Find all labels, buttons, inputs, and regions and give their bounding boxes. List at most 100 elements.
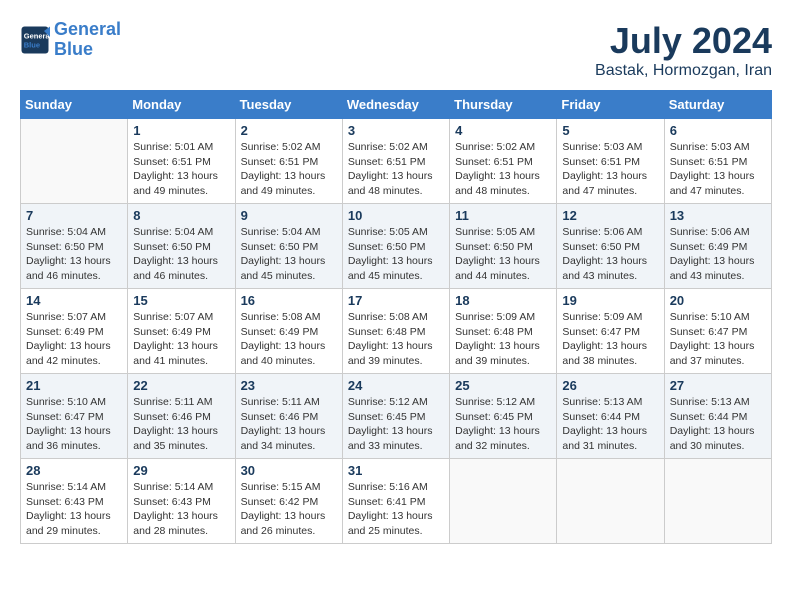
day-number: 17 <box>348 293 444 308</box>
day-detail: Sunrise: 5:03 AM Sunset: 6:51 PM Dayligh… <box>670 140 766 199</box>
title-block: July 2024 Bastak, Hormozgan, Iran <box>595 20 772 80</box>
calendar-table: SundayMondayTuesdayWednesdayThursdayFrid… <box>20 90 772 544</box>
day-cell <box>21 119 128 204</box>
day-cell: 28Sunrise: 5:14 AM Sunset: 6:43 PM Dayli… <box>21 459 128 544</box>
weekday-header-saturday: Saturday <box>664 91 771 119</box>
weekday-header-row: SundayMondayTuesdayWednesdayThursdayFrid… <box>21 91 772 119</box>
day-detail: Sunrise: 5:06 AM Sunset: 6:49 PM Dayligh… <box>670 225 766 284</box>
day-number: 5 <box>562 123 658 138</box>
day-detail: Sunrise: 5:12 AM Sunset: 6:45 PM Dayligh… <box>348 395 444 454</box>
day-number: 14 <box>26 293 122 308</box>
day-cell: 15 Sunrise: 5:07 AM Sunset: 6:49 PM Dayli… <box>128 289 235 374</box>
day-cell: 7Sunrise: 5:04 AM Sunset: 6:50 PM Daylig… <box>21 204 128 289</box>
day-cell: 25 Sunrise: 5:12 AM Sunset: 6:45 PM Dayli… <box>450 374 557 459</box>
day-detail: Sunrise: 5:16 AM Sunset: 6:41 PM Dayligh… <box>348 480 444 539</box>
day-cell: 17 Sunrise: 5:08 AM Sunset: 6:48 PM Dayli… <box>342 289 449 374</box>
svg-text:Blue: Blue <box>24 40 40 49</box>
day-detail: Sunrise: 5:05 AM Sunset: 6:50 PM Dayligh… <box>455 225 551 284</box>
day-number: 30 <box>241 463 337 478</box>
logo-line1: General <box>54 19 121 39</box>
day-number: 8 <box>133 208 229 223</box>
day-number: 15 <box>133 293 229 308</box>
day-detail: Sunrise: 5:15 AM Sunset: 6:42 PM Dayligh… <box>241 480 337 539</box>
day-cell: 11 Sunrise: 5:05 AM Sunset: 6:50 PM Dayli… <box>450 204 557 289</box>
page-header: General Blue General Blue July 2024 Bast… <box>20 20 772 80</box>
day-number: 18 <box>455 293 551 308</box>
day-detail: Sunrise: 5:02 AM Sunset: 6:51 PM Dayligh… <box>241 140 337 199</box>
day-cell: 18 Sunrise: 5:09 AM Sunset: 6:48 PM Dayli… <box>450 289 557 374</box>
day-detail: Sunrise: 5:04 AM Sunset: 6:50 PM Dayligh… <box>26 225 122 284</box>
day-cell: 13Sunrise: 5:06 AM Sunset: 6:49 PM Dayli… <box>664 204 771 289</box>
day-cell: 19 Sunrise: 5:09 AM Sunset: 6:47 PM Dayli… <box>557 289 664 374</box>
day-cell: 22 Sunrise: 5:11 AM Sunset: 6:46 PM Dayli… <box>128 374 235 459</box>
week-row-1: 1Sunrise: 5:01 AM Sunset: 6:51 PM Daylig… <box>21 119 772 204</box>
day-detail: Sunrise: 5:10 AM Sunset: 6:47 PM Dayligh… <box>670 310 766 369</box>
day-cell: 14 Sunrise: 5:07 AM Sunset: 6:49 PM Dayli… <box>21 289 128 374</box>
day-cell: 10Sunrise: 5:05 AM Sunset: 6:50 PM Dayli… <box>342 204 449 289</box>
day-detail: Sunrise: 5:13 AM Sunset: 6:44 PM Dayligh… <box>670 395 766 454</box>
day-cell: 9Sunrise: 5:04 AM Sunset: 6:50 PM Daylig… <box>235 204 342 289</box>
day-detail: Sunrise: 5:02 AM Sunset: 6:51 PM Dayligh… <box>455 140 551 199</box>
day-cell: 2 Sunrise: 5:02 AM Sunset: 6:51 PM Daylig… <box>235 119 342 204</box>
day-cell: 30 Sunrise: 5:15 AM Sunset: 6:42 PM Dayli… <box>235 459 342 544</box>
day-cell: 16Sunrise: 5:08 AM Sunset: 6:49 PM Dayli… <box>235 289 342 374</box>
day-detail: Sunrise: 5:06 AM Sunset: 6:50 PM Dayligh… <box>562 225 658 284</box>
weekday-header-monday: Monday <box>128 91 235 119</box>
day-number: 25 <box>455 378 551 393</box>
day-cell: 8 Sunrise: 5:04 AM Sunset: 6:50 PM Daylig… <box>128 204 235 289</box>
day-number: 26 <box>562 378 658 393</box>
day-detail: Sunrise: 5:14 AM Sunset: 6:43 PM Dayligh… <box>26 480 122 539</box>
day-cell: 4Sunrise: 5:02 AM Sunset: 6:51 PM Daylig… <box>450 119 557 204</box>
day-number: 12 <box>562 208 658 223</box>
day-detail: Sunrise: 5:08 AM Sunset: 6:49 PM Dayligh… <box>241 310 337 369</box>
logo-text: General Blue <box>54 20 121 60</box>
day-number: 21 <box>26 378 122 393</box>
week-row-4: 21 Sunrise: 5:10 AM Sunset: 6:47 PM Dayli… <box>21 374 772 459</box>
day-cell: 6 Sunrise: 5:03 AM Sunset: 6:51 PM Daylig… <box>664 119 771 204</box>
day-detail: Sunrise: 5:07 AM Sunset: 6:49 PM Dayligh… <box>26 310 122 369</box>
day-detail: Sunrise: 5:12 AM Sunset: 6:45 PM Dayligh… <box>455 395 551 454</box>
weekday-header-wednesday: Wednesday <box>342 91 449 119</box>
day-detail: Sunrise: 5:03 AM Sunset: 6:51 PM Dayligh… <box>562 140 658 199</box>
month-year: July 2024 <box>595 20 772 62</box>
day-detail: Sunrise: 5:09 AM Sunset: 6:48 PM Dayligh… <box>455 310 551 369</box>
day-cell: 29Sunrise: 5:14 AM Sunset: 6:43 PM Dayli… <box>128 459 235 544</box>
logo-icon: General Blue <box>20 25 50 55</box>
day-detail: Sunrise: 5:10 AM Sunset: 6:47 PM Dayligh… <box>26 395 122 454</box>
day-number: 27 <box>670 378 766 393</box>
day-detail: Sunrise: 5:11 AM Sunset: 6:46 PM Dayligh… <box>241 395 337 454</box>
day-detail: Sunrise: 5:07 AM Sunset: 6:49 PM Dayligh… <box>133 310 229 369</box>
day-number: 24 <box>348 378 444 393</box>
day-cell <box>557 459 664 544</box>
day-number: 6 <box>670 123 766 138</box>
day-number: 2 <box>241 123 337 138</box>
day-number: 10 <box>348 208 444 223</box>
day-detail: Sunrise: 5:13 AM Sunset: 6:44 PM Dayligh… <box>562 395 658 454</box>
weekday-header-sunday: Sunday <box>21 91 128 119</box>
day-detail: Sunrise: 5:02 AM Sunset: 6:51 PM Dayligh… <box>348 140 444 199</box>
day-detail: Sunrise: 5:08 AM Sunset: 6:48 PM Dayligh… <box>348 310 444 369</box>
day-detail: Sunrise: 5:04 AM Sunset: 6:50 PM Dayligh… <box>133 225 229 284</box>
day-cell: 3Sunrise: 5:02 AM Sunset: 6:51 PM Daylig… <box>342 119 449 204</box>
day-cell: 5 Sunrise: 5:03 AM Sunset: 6:51 PM Daylig… <box>557 119 664 204</box>
logo: General Blue General Blue <box>20 20 121 60</box>
day-cell: 20Sunrise: 5:10 AM Sunset: 6:47 PM Dayli… <box>664 289 771 374</box>
week-row-2: 7Sunrise: 5:04 AM Sunset: 6:50 PM Daylig… <box>21 204 772 289</box>
day-cell: 27 Sunrise: 5:13 AM Sunset: 6:44 PM Dayli… <box>664 374 771 459</box>
logo-line2: Blue <box>54 39 93 59</box>
day-number: 9 <box>241 208 337 223</box>
weekday-header-friday: Friday <box>557 91 664 119</box>
day-number: 22 <box>133 378 229 393</box>
day-detail: Sunrise: 5:09 AM Sunset: 6:47 PM Dayligh… <box>562 310 658 369</box>
day-cell: 21 Sunrise: 5:10 AM Sunset: 6:47 PM Dayli… <box>21 374 128 459</box>
day-cell: 1Sunrise: 5:01 AM Sunset: 6:51 PM Daylig… <box>128 119 235 204</box>
day-number: 29 <box>133 463 229 478</box>
location: Bastak, Hormozgan, Iran <box>595 62 772 80</box>
day-detail: Sunrise: 5:11 AM Sunset: 6:46 PM Dayligh… <box>133 395 229 454</box>
day-number: 23 <box>241 378 337 393</box>
day-cell <box>664 459 771 544</box>
day-cell: 24 Sunrise: 5:12 AM Sunset: 6:45 PM Dayli… <box>342 374 449 459</box>
week-row-5: 28Sunrise: 5:14 AM Sunset: 6:43 PM Dayli… <box>21 459 772 544</box>
day-number: 19 <box>562 293 658 308</box>
day-number: 11 <box>455 208 551 223</box>
